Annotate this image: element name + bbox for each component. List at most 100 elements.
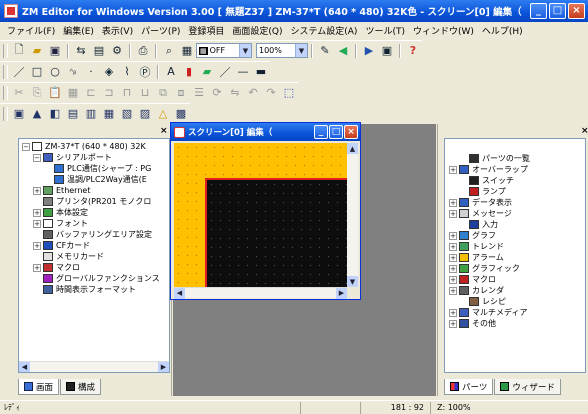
flip-icon[interactable]: ⇋ [227,85,243,101]
child-minimize-button[interactable]: _ [314,125,328,139]
scroll-right-icon[interactable]: ▶ [158,361,169,372]
line-width-icon[interactable]: — [235,64,251,80]
tab-wizard[interactable]: ウィザード [494,379,561,395]
menu-registered-items[interactable]: 登録項目 [184,24,228,37]
right_panel-tree-item[interactable]: + アラーム [449,252,585,263]
grid-icon[interactable]: ▦ [179,43,195,59]
expand-icon[interactable]: + [449,253,457,262]
copy-icon[interactable]: ⎘ [29,85,45,101]
scroll-down-icon[interactable]: ▼ [347,276,358,287]
left_panel-tree-item[interactable]: 時間表示フォーマット [19,284,169,295]
paste-icon[interactable]: 📋 [47,85,63,101]
maximize-button[interactable]: □ [549,3,566,19]
edit-canvas[interactable] [174,143,347,287]
zoom-combo[interactable]: 100% ▼ [256,43,308,58]
expand-icon[interactable]: + [449,275,457,284]
zoom-icon[interactable]: ⌕ [161,43,177,59]
menu-edit[interactable]: 編集(E) [59,24,98,37]
expand-icon[interactable]: + [33,263,41,272]
print-icon[interactable]: ⎙ [135,43,151,59]
select-icon[interactable]: ⬚ [281,85,297,101]
line-style-icon[interactable]: ／ [217,64,233,80]
left_panel-tree-item[interactable]: バッファリングエリア設定 [19,229,169,240]
dot-tool-icon[interactable]: · [83,64,99,80]
data-block-icon[interactable]: ▧ [119,106,135,122]
left_panel-tree-item[interactable]: グローバルファンクションス [19,273,169,284]
menu-help[interactable]: ヘルプ(H) [478,24,527,37]
alarm-icon[interactable]: △ [155,106,171,122]
child-horizontal-scrollbar[interactable]: ◀ ▶ [174,287,347,299]
kanji-icon[interactable]: ▩ [173,106,189,122]
cut-icon[interactable]: ✂ [11,85,27,101]
transfer-icon[interactable]: ⇆ [73,43,89,59]
child-maximize-button[interactable]: □ [329,125,343,139]
scroll-left-icon[interactable]: ◀ [19,361,30,372]
right_panel-tree-item[interactable]: スイッチ [449,175,585,186]
line-tool-icon[interactable]: ／ [11,64,27,80]
group-icon[interactable]: ▦ [65,85,81,101]
save-icon[interactable]: ▣ [47,43,63,59]
grid-combo[interactable]: ▦ OFF ▼ [196,43,252,58]
menu-tools[interactable]: ツール(T) [361,24,409,37]
align-left-icon[interactable]: ⊏ [83,85,99,101]
left_panel-tree-item[interactable]: − ZM-37*T (640 * 480) 32K [19,141,169,152]
right_panel-tree-item[interactable]: + マクロ [449,274,585,285]
page-block-icon[interactable]: ▦ [101,106,117,122]
right_panel-tree-item[interactable]: パーツの一覧 [449,153,585,164]
pattern-tool-icon[interactable]: Ⓟ [137,64,153,80]
circle-tool-icon[interactable]: ○ [47,64,63,80]
right_panel-tree-item[interactable]: + データ表示 [449,197,585,208]
new-file-icon[interactable]: 🗋 [11,43,27,59]
scroll-up-icon[interactable]: ▲ [347,143,358,154]
right_panel-tree-item[interactable]: + オーバーラップ [449,164,585,175]
left_panel-tree-item[interactable]: + CFカード [19,240,169,251]
pattern-icon[interactable]: ▥ [83,106,99,122]
bring-front-icon[interactable]: ⧉ [155,85,171,101]
scroll-right-icon[interactable]: ▶ [336,287,347,299]
polyline-tool-icon[interactable]: ⌇ [119,64,135,80]
open-folder-icon[interactable]: ▰ [29,43,45,59]
left_panel-tree-item[interactable]: + Ethernet [19,185,169,196]
collapse-icon[interactable]: − [33,153,41,162]
screen-list-icon[interactable]: ▤ [91,43,107,59]
right_panel-tree-item[interactable]: + トレンド [449,241,585,252]
help-icon[interactable]: ? [405,43,421,59]
tab-parts[interactable]: パーツ [444,379,494,395]
font-color-icon[interactable]: A [163,64,179,80]
bars-icon[interactable]: ☰ [191,85,207,101]
send-back-icon[interactable]: ⧈ [173,85,189,101]
collapse-icon[interactable]: − [22,142,30,151]
redo-icon[interactable]: ↷ [263,85,279,101]
child-close-button[interactable]: × [344,125,358,139]
library-icon[interactable]: ▲ [29,106,45,122]
close-button[interactable]: × [568,3,585,19]
menu-system-settings[interactable]: システム設定(A) [287,24,362,37]
tile-pattern-icon[interactable]: ▬ [253,64,269,80]
fill-tool-icon[interactable]: ◈ [101,64,117,80]
expand-icon[interactable]: + [33,219,41,228]
undo-icon[interactable]: ↶ [245,85,261,101]
text-tool-icon[interactable]: ᴬᵦ [65,64,81,80]
expand-icon[interactable]: + [449,209,457,218]
left_panel-tree-item[interactable]: − シリアルポート [19,152,169,163]
paint-color-icon[interactable]: ▰ [199,64,215,80]
align-right-icon[interactable]: ⊐ [101,85,117,101]
overlap-library-icon[interactable]: ◧ [47,106,63,122]
screen-icon[interactable]: ▣ [11,106,27,122]
expand-icon[interactable]: + [449,242,457,251]
rectangle-tool-icon[interactable]: □ [29,64,45,80]
right_panel-tree-item[interactable]: + マルチメディア [449,307,585,318]
expand-icon[interactable]: + [33,186,41,195]
right_panel-tree-item[interactable]: ランプ [449,186,585,197]
right_panel-tree-item[interactable]: + グラフ [449,230,585,241]
panel-close-icon[interactable]: × [160,126,168,136]
left_panel-tree-item[interactable]: PLC通信(シャープ : PG [19,163,169,174]
rotate-icon[interactable]: ⟳ [209,85,225,101]
left_panel-tree-item[interactable]: + マクロ [19,262,169,273]
back-icon[interactable]: ◀ [335,43,351,59]
expand-icon[interactable]: + [449,165,457,174]
expand-icon[interactable]: + [33,208,41,217]
expand-icon[interactable]: + [449,264,457,273]
left_panel-tree-item[interactable]: + 本体設定 [19,207,169,218]
right_panel-tree-item[interactable]: + カレンダ [449,285,585,296]
